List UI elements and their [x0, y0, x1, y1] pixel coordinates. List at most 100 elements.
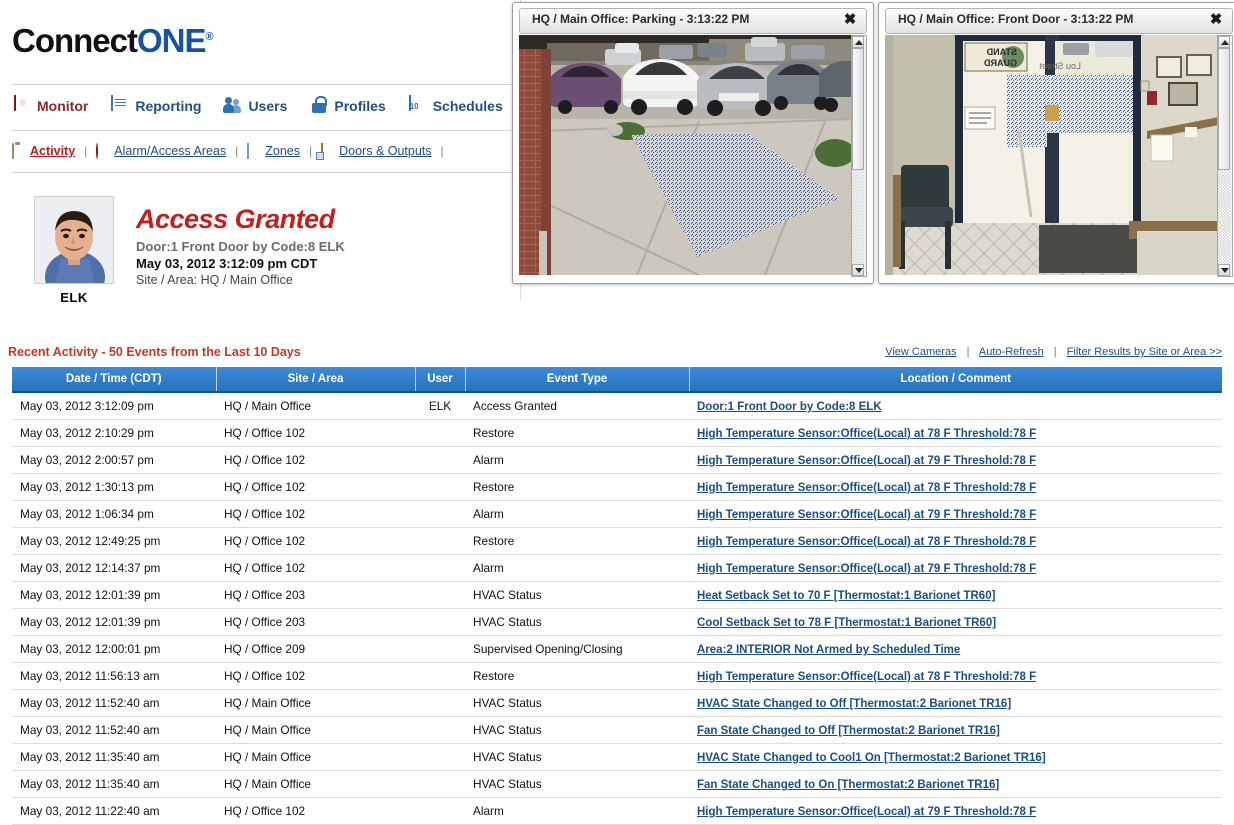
cell-site-area: HQ / Office 203 — [216, 608, 415, 636]
cell-user — [415, 689, 465, 717]
nav-item-monitor[interactable]: Monitor — [12, 95, 88, 116]
location-comment-link[interactable]: Door:1 Front Door by Code:8 ELK — [697, 401, 882, 413]
table-row: May 03, 2012 11:52:40 am HQ / Main Office… — [12, 689, 1222, 717]
filter-results-link[interactable]: Filter Results by Site or Area >> — [1067, 346, 1222, 358]
cell-datetime: May 03, 2012 11:35:40 am — [12, 743, 216, 771]
auto-refresh-link[interactable]: Auto-Refresh — [979, 346, 1044, 358]
camera-feed-parking — [519, 35, 853, 275]
cell-user — [415, 446, 465, 474]
location-comment-link[interactable]: High Temperature Sensor:Office(Local) at… — [697, 509, 1036, 521]
table-row: May 03, 2012 12:49:25 pm HQ / Office 102 R… — [12, 527, 1222, 555]
sub-nav-item-activity[interactable]: Activity — [12, 143, 75, 159]
cell-event-type: Restore — [465, 419, 689, 447]
sub-nav-label-doors-outputs[interactable]: Doors & Outputs — [339, 144, 431, 158]
sub-nav-item-zones[interactable]: Zones — [247, 143, 300, 159]
scroll-down-icon[interactable] — [852, 264, 864, 276]
column-header-user[interactable]: User — [415, 367, 466, 393]
cell-site-area: HQ / Office 102 — [216, 473, 415, 501]
cell-location-comment: High Temperature Sensor:Office(Local) at… — [689, 419, 1222, 447]
cell-site-area: HQ / Office 203 — [216, 581, 415, 609]
cell-event-type: Restore — [465, 473, 689, 501]
cell-datetime: May 03, 2012 12:00:01 pm — [12, 635, 216, 663]
location-comment-link[interactable]: High Temperature Sensor:Office(Local) at… — [697, 428, 1036, 440]
cell-location-comment: Area:2 INTERIOR Not Armed by Scheduled T… — [689, 635, 1222, 663]
location-comment-link[interactable]: Cool Setback Set to 78 F [Thermostat:1 B… — [697, 617, 996, 629]
column-header-location-comment[interactable]: Location / Comment — [689, 367, 1222, 393]
location-comment-link[interactable]: High Temperature Sensor:Office(Local) at… — [697, 563, 1036, 575]
scrollbar-track[interactable] — [852, 170, 864, 264]
cell-datetime: May 03, 2012 2:00:57 pm — [12, 446, 216, 474]
cell-user — [415, 527, 465, 555]
location-comment-link[interactable]: Heat Setback Set to 70 F [Thermostat:1 B… — [697, 590, 995, 602]
scrollbar-thumb[interactable] — [852, 48, 864, 170]
column-header-site-area[interactable]: Site / Area — [216, 367, 416, 393]
sub-nav-item-doors-outputs[interactable]: Doors & Outputs — [321, 143, 432, 159]
location-comment-link[interactable]: High Temperature Sensor:Office(Local) at… — [697, 482, 1036, 494]
sub-navigation: Activity | Alarm/Access Areas | Zones | … — [12, 143, 466, 159]
location-comment-link[interactable]: HVAC State Changed to Off [Thermostat:2 … — [697, 698, 1011, 710]
scrollbar-thumb[interactable] — [1218, 48, 1230, 170]
cell-user — [415, 662, 465, 690]
camera-window-front-door[interactable]: HQ / Main Office: Front Door - 3:13:22 P… — [878, 2, 1234, 284]
close-icon[interactable]: ✖ — [1208, 11, 1224, 29]
nav-label-profiles: Profiles — [334, 98, 386, 114]
table-row: May 03, 2012 12:14:37 pm HQ / Office 102 A… — [12, 554, 1222, 582]
event-site-area: Site / Area: HQ / Main Office — [136, 273, 293, 287]
cell-user — [415, 554, 465, 582]
cell-location-comment: High Temperature Sensor:Office(Local) at… — [689, 500, 1222, 528]
nav-item-reporting[interactable]: Reporting — [110, 95, 201, 116]
cell-site-area: HQ / Office 102 — [216, 797, 415, 825]
table-row: May 03, 2012 2:00:57 pm HQ / Office 102 Al… — [12, 446, 1222, 474]
sub-nav-label-zones[interactable]: Zones — [265, 144, 300, 158]
divider-top — [12, 84, 520, 85]
sub-nav-item-alarm-access-areas[interactable]: Alarm/Access Areas — [96, 143, 226, 159]
nav-label-schedules: Schedules — [432, 98, 503, 114]
camera-scrollbar-parking[interactable] — [851, 35, 867, 277]
camera-titlebar[interactable]: HQ / Main Office: Front Door - 3:13:22 P… — [885, 8, 1233, 34]
sub-nav-item-overflow[interactable] — [453, 144, 466, 158]
location-comment-link[interactable]: Fan State Changed to On [Thermostat:2 Ba… — [697, 779, 999, 791]
divider-middle — [12, 130, 520, 131]
scroll-down-icon[interactable] — [1218, 264, 1230, 276]
location-comment-link[interactable]: Area:2 INTERIOR Not Armed by Scheduled T… — [697, 644, 960, 656]
scroll-up-icon[interactable] — [852, 36, 864, 48]
camera-window-parking[interactable]: HQ / Main Office: Parking - 3:13:22 PM ✖ — [512, 2, 874, 284]
scrollbar-track[interactable] — [1218, 170, 1230, 264]
sub-nav-label-activity[interactable]: Activity — [30, 144, 75, 158]
table-header-row: Date / Time (CDT) Site / Area User Event… — [12, 367, 1222, 393]
camera-titlebar[interactable]: HQ / Main Office: Parking - 3:13:22 PM ✖ — [519, 8, 867, 34]
nav-item-schedules[interactable]: 10 Schedules — [408, 95, 503, 116]
cell-site-area: HQ / Office 209 — [216, 635, 415, 663]
sub-nav-separator: | — [440, 144, 444, 158]
column-header-event-type[interactable]: Event Type — [465, 367, 690, 393]
location-comment-link[interactable]: High Temperature Sensor:Office(Local) at… — [697, 536, 1036, 548]
view-cameras-link[interactable]: View Cameras — [885, 346, 956, 358]
location-comment-link[interactable]: Fan State Changed to Off [Thermostat:2 B… — [697, 725, 1000, 737]
location-comment-link[interactable]: High Temperature Sensor:Office(Local) at… — [697, 806, 1036, 818]
cell-site-area: HQ / Main Office — [216, 392, 415, 420]
calendar-icon: 10 — [408, 95, 428, 116]
location-comment-link[interactable]: High Temperature Sensor:Office(Local) at… — [697, 455, 1036, 467]
nav-item-users[interactable]: Users — [223, 96, 287, 116]
nav-item-profiles[interactable]: Profiles — [309, 96, 386, 116]
sub-nav-label-alarm-access-areas[interactable]: Alarm/Access Areas — [114, 144, 226, 158]
cell-site-area: HQ / Office 102 — [216, 554, 415, 582]
logo-part-one: Connect — [12, 22, 138, 59]
cell-location-comment: Door:1 Front Door by Code:8 ELK — [689, 392, 1222, 420]
close-icon[interactable]: ✖ — [842, 11, 858, 29]
camera-scrollbar-front-door[interactable] — [1217, 35, 1233, 277]
table-row: May 03, 2012 11:52:40 am HQ / Main Office… — [12, 716, 1222, 744]
cell-location-comment: High Temperature Sensor:Office(Local) at… — [689, 554, 1222, 582]
cell-datetime: May 03, 2012 11:52:40 am — [12, 689, 216, 717]
cell-location-comment: Cool Setback Set to 78 F [Thermostat:1 B… — [689, 608, 1222, 636]
location-comment-link[interactable]: High Temperature Sensor:Office(Local) at… — [697, 671, 1036, 683]
table-row: May 03, 2012 12:00:01 pm HQ / Office 209 S… — [12, 635, 1222, 663]
location-comment-link[interactable]: HVAC State Changed to Cool1 On [Thermost… — [697, 752, 1046, 764]
table-row: May 03, 2012 11:56:13 am HQ / Office 102 R… — [12, 662, 1222, 690]
cell-datetime: May 03, 2012 1:06:34 pm — [12, 500, 216, 528]
scroll-up-icon[interactable] — [1218, 36, 1230, 48]
camera-title: HQ / Main Office: Front Door - 3:13:22 P… — [898, 12, 1134, 26]
column-header-datetime[interactable]: Date / Time (CDT) — [12, 367, 217, 393]
report-icon — [110, 95, 130, 116]
cell-datetime: May 03, 2012 11:52:40 am — [12, 716, 216, 744]
